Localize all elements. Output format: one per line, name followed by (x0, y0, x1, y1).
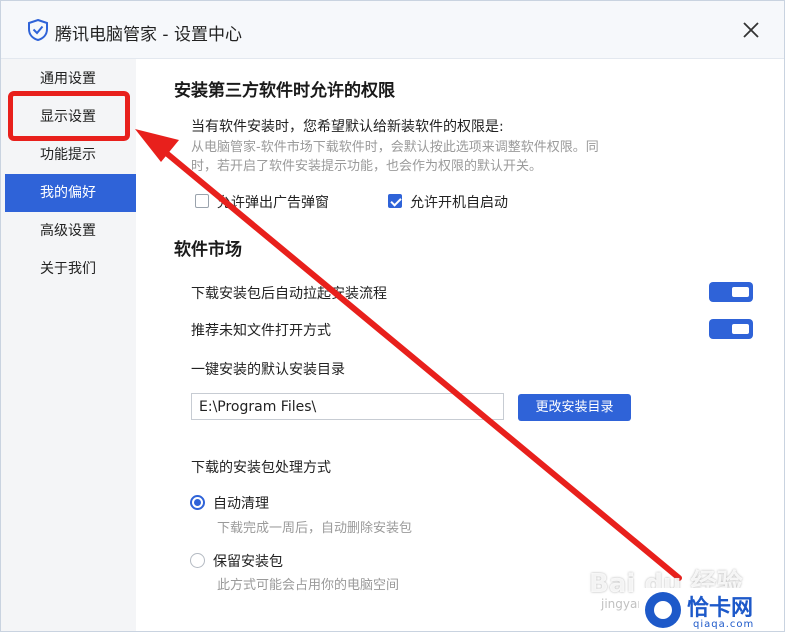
install-dir-input[interactable] (191, 393, 504, 420)
permissions-question: 当有软件安装时，您希望默认给新装软件的权限是: (191, 119, 504, 135)
site-logo-icon (645, 592, 681, 628)
keep-package-radio[interactable] (190, 553, 205, 568)
recommend-open-toggle[interactable] (709, 319, 753, 339)
title-bar: 腾讯电脑管家 - 设置中心 (1, 1, 784, 59)
change-dir-button[interactable]: 更改安装目录 (518, 394, 631, 421)
permissions-desc-line2: 时，若开启了软件安装提示功能，也会作为权限的默认开关。 (191, 159, 543, 174)
sidebar-item-preferences[interactable]: 我的偏好 (5, 174, 136, 212)
auto-install-label: 下载安装包后自动拉起安装流程 (191, 286, 387, 302)
keep-package-label: 保留安装包 (213, 554, 283, 570)
sidebar-item-display[interactable]: 显示设置 (5, 98, 136, 136)
auto-clean-radio[interactable] (190, 495, 205, 510)
sidebar-item-advanced[interactable]: 高级设置 (5, 212, 136, 250)
allow-ad-popup-label: 允许弹出广告弹窗 (217, 195, 329, 211)
settings-window: 腾讯电脑管家 - 设置中心 通用设置 显示设置 功能提示 我的偏好 高级设置 关… (0, 0, 785, 632)
recommend-open-label: 推荐未知文件打开方式 (191, 323, 331, 339)
sidebar-item-feature-tips[interactable]: 功能提示 (5, 136, 136, 174)
settings-content: 安装第三方软件时允许的权限 当有软件安装时，您希望默认给新装软件的权限是: 从电… (136, 59, 784, 631)
sidebar-item-general[interactable]: 通用设置 (5, 60, 136, 98)
permissions-heading: 安装第三方软件时允许的权限 (174, 81, 395, 101)
allow-autostart-label: 允许开机自启动 (410, 195, 508, 211)
site-logo-name: 恰卡网 (687, 596, 754, 621)
install-dir-label: 一键安装的默认安装目录 (191, 362, 345, 378)
package-handling-label: 下载的安装包处理方式 (191, 460, 331, 476)
keep-package-desc: 此方式可能会占用你的电脑空间 (217, 578, 400, 593)
auto-clean-desc: 下载完成一周后，自动删除安装包 (217, 521, 413, 536)
auto-clean-label: 自动清理 (213, 496, 269, 512)
allow-ad-popup-checkbox[interactable] (195, 194, 209, 208)
site-logo: 恰卡网 qiaqa.com (639, 588, 784, 631)
sidebar: 通用设置 显示设置 功能提示 我的偏好 高级设置 关于我们 (1, 59, 136, 631)
auto-install-toggle[interactable] (709, 282, 753, 302)
shield-logo-icon (28, 19, 48, 41)
market-heading: 软件市场 (174, 240, 242, 260)
close-icon[interactable] (739, 18, 763, 42)
site-logo-url: qiaqa.com (693, 619, 755, 630)
allow-autostart-checkbox[interactable] (388, 194, 402, 208)
sidebar-item-about[interactable]: 关于我们 (5, 250, 136, 288)
permissions-desc-line1: 从电脑管家-软件市场下载软件时，会默认按此选项来调整软件权限。同 (191, 140, 599, 155)
window-title: 腾讯电脑管家 - 设置中心 (55, 25, 242, 45)
